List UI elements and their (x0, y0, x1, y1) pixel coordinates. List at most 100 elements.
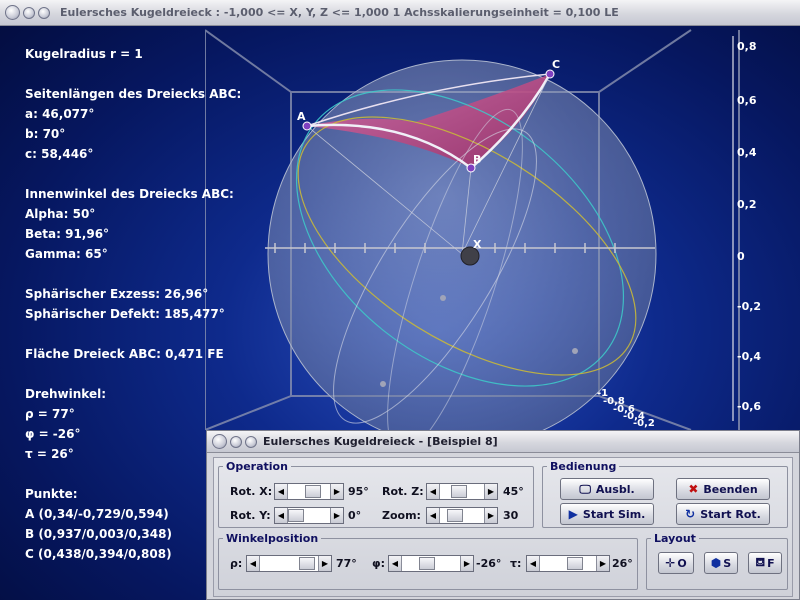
zoom-label: Zoom: (382, 509, 421, 522)
arrow-left-icon[interactable]: ◀ (275, 508, 288, 523)
main-titlebar[interactable]: Eulersches Kugeldreieck : -1,000 <= X, Y… (0, 0, 800, 26)
label-x-axis: X (473, 238, 482, 251)
y-tick-label: 0,8 (737, 40, 757, 53)
layout-origin-label: O (677, 556, 687, 570)
layout-sphere-label: S (723, 556, 732, 570)
rot-z-label: Rot. Z: (382, 485, 424, 498)
arrow-left-icon[interactable]: ◀ (527, 556, 540, 571)
bedienung-legend: Bedienung (550, 460, 617, 473)
sides-heading: Seitenlängen des Dreiecks ABC: (25, 87, 242, 101)
layout-color-button[interactable]: ⛾ F (748, 552, 782, 574)
y-tick-label: -0,2 (737, 300, 762, 313)
rho-slider[interactable]: ◀ ▶ (246, 555, 332, 572)
arrow-right-icon[interactable]: ▶ (460, 556, 473, 571)
winkelposition-legend: Winkelposition (226, 532, 319, 545)
dialog-body: Operation Rot. X: ◀ ▶ 95° Rot. Y: ◀ ▶ 0°… (213, 457, 793, 597)
area-text: Fläche Dreieck ABC: 0,471 FE (25, 347, 224, 361)
dialog-close-button[interactable] (212, 434, 227, 449)
arrow-left-icon[interactable]: ◀ (427, 508, 440, 523)
dialog-maximize-button[interactable] (245, 435, 257, 448)
arrow-left-icon[interactable]: ◀ (247, 556, 260, 571)
arrow-right-icon[interactable]: ▶ (330, 484, 343, 499)
start-sim-button-label: Start Sim. (582, 507, 646, 521)
layout-color-label: F (767, 556, 775, 570)
window-close-button[interactable] (5, 5, 20, 20)
arrow-left-icon[interactable]: ◀ (275, 484, 288, 499)
radius-text: Kugelradius r = 1 (25, 47, 143, 61)
dialog-titlebar[interactable]: Eulersches Kugeldreieck - [Beispiel 8] (207, 431, 799, 453)
slider-thumb[interactable] (419, 557, 435, 570)
arrow-right-icon[interactable]: ▶ (484, 484, 497, 499)
dialog-minimize-button[interactable] (230, 435, 242, 448)
zoom-slider[interactable]: ◀ ▶ (426, 507, 498, 524)
operation-legend: Operation (226, 460, 288, 473)
aux-point-3 (380, 381, 386, 387)
arrow-right-icon[interactable]: ▶ (330, 508, 343, 523)
rot-z-value: 45° (503, 485, 524, 498)
layout-origin-button[interactable]: ✛ O (658, 552, 694, 574)
y-tick-label: 0,6 (737, 94, 757, 107)
window-maximize-button[interactable] (38, 6, 50, 19)
arrow-left-icon[interactable]: ◀ (389, 556, 402, 571)
control-dialog: Eulersches Kugeldreieck - [Beispiel 8] O… (206, 430, 800, 600)
phi-value: -26° (476, 557, 502, 570)
slider-thumb[interactable] (567, 557, 583, 570)
point-c-marker[interactable] (545, 69, 555, 79)
tau-slider[interactable]: ◀ ▶ (526, 555, 610, 572)
rho-value: 77° (336, 557, 357, 570)
side-a-text: a: 46,077° (25, 107, 95, 121)
beenden-button[interactable]: ✖ Beenden (676, 478, 770, 500)
rot-x-value: 95° (348, 485, 369, 498)
alpha-text: Alpha: 50° (25, 207, 96, 221)
crosshair-icon: ✛ (665, 556, 676, 570)
ausbl-button-label: Ausbl. (595, 482, 635, 496)
arrow-right-icon[interactable]: ▶ (318, 556, 331, 571)
rot-y-value: 0° (348, 509, 362, 522)
layout-legend: Layout (654, 532, 696, 545)
start-rot-button-label: Start Rot. (700, 507, 761, 521)
rotate-icon: ↻ (685, 507, 696, 521)
rot-x-label: Rot. X: (230, 485, 273, 498)
slider-thumb[interactable] (447, 509, 463, 522)
window-minimize-button[interactable] (23, 6, 35, 19)
rot-y-label: Rot. Y: (230, 509, 271, 522)
side-c-text: c: 58,446° (25, 147, 94, 161)
phi-label: φ: (372, 557, 386, 570)
side-b-text: b: 70° (25, 127, 66, 141)
gamma-text: Gamma: 65° (25, 247, 108, 261)
beenden-button-label: Beenden (703, 482, 758, 496)
eye-icon: 🖵 (579, 481, 591, 496)
y-tick-label: 0,4 (737, 146, 757, 159)
slider-thumb[interactable] (451, 485, 467, 498)
slider-thumb[interactable] (305, 485, 321, 498)
point-a-marker[interactable] (302, 121, 312, 131)
label-point-c: C (552, 58, 560, 71)
slider-thumb[interactable] (299, 557, 315, 570)
aux-point-2 (572, 348, 578, 354)
zoom-value: 30 (503, 509, 519, 522)
y-tick-label: -0,4 (737, 350, 762, 363)
sphere-scene[interactable]: A B C X -1 -0,8 -0,6 -0,4 -0,2 (205, 26, 800, 430)
phi-slider[interactable]: ◀ ▶ (388, 555, 474, 572)
slider-thumb[interactable] (288, 509, 304, 522)
arrow-left-icon[interactable]: ◀ (427, 484, 440, 499)
rot-x-slider[interactable]: ◀ ▶ (274, 483, 344, 500)
rot-y-slider[interactable]: ◀ ▶ (274, 507, 344, 524)
cube-icon: ⬢ (710, 556, 722, 570)
start-rot-button[interactable]: ↻ Start Rot. (676, 503, 770, 525)
tau-value: 26° (612, 557, 633, 570)
dialog-title: Eulersches Kugeldreieck - [Beispiel 8] (263, 435, 498, 448)
arrow-right-icon[interactable]: ▶ (484, 508, 497, 523)
rho-label: ρ: (230, 557, 243, 570)
layout-sphere-button[interactable]: ⬢ S (704, 552, 738, 574)
tau-label: τ: (510, 557, 522, 570)
defect-text: Sphärischer Defekt: 185,477° (25, 307, 225, 321)
start-sim-button[interactable]: ▶ Start Sim. (560, 503, 654, 525)
ausbl-button[interactable]: 🖵 Ausbl. (560, 478, 654, 500)
y-tick-label: -0,6 (737, 400, 762, 413)
rot-z-slider[interactable]: ◀ ▶ (426, 483, 498, 500)
play-icon: ▶ (568, 507, 578, 521)
paint-bucket-icon: ⛾ (755, 555, 766, 569)
arrow-right-icon[interactable]: ▶ (596, 556, 609, 571)
close-icon: ✖ (688, 482, 699, 496)
